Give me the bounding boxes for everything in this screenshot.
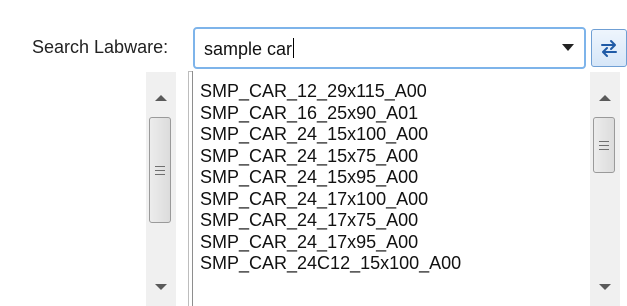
grip-icon — [155, 166, 165, 175]
list-item[interactable]: SMP_CAR_24_17x95_A00 — [200, 232, 461, 254]
search-input-text: sample car — [204, 39, 293, 59]
search-labware-combobox[interactable]: sample car — [193, 27, 586, 69]
list-item[interactable]: SMP_CAR_24_17x75_A00 — [200, 210, 461, 232]
scroll-down-icon[interactable] — [155, 284, 167, 290]
scroll-thumb[interactable] — [593, 117, 615, 173]
swap-arrows-icon — [601, 40, 617, 57]
scroll-up-icon[interactable] — [599, 95, 611, 101]
swap-button[interactable] — [591, 29, 627, 67]
scroll-up-icon[interactable] — [155, 95, 167, 101]
list-item[interactable]: SMP_CAR_24_17x100_A00 — [200, 189, 461, 211]
chevron-down-icon[interactable] — [562, 44, 574, 51]
search-labware-label: Search Labware: — [32, 37, 169, 57]
list-item[interactable]: SMP_CAR_24_15x95_A00 — [200, 167, 461, 189]
category-scrollbar[interactable] — [146, 72, 176, 306]
list-item[interactable]: SMP_CAR_24C12_15x100_A00 — [200, 253, 461, 275]
scroll-thumb[interactable] — [149, 117, 171, 223]
labware-list-scrollbar[interactable] — [590, 72, 620, 306]
list-item[interactable]: SMP_CAR_24_15x100_A00 — [200, 124, 461, 146]
text-caret — [293, 38, 295, 58]
search-input[interactable]: sample car — [204, 38, 295, 60]
list-item[interactable]: SMP_CAR_12_29x115_A00 — [200, 81, 461, 103]
labware-list[interactable]: SMP_CAR_12_29x115_A00 SMP_CAR_16_25x90_A… — [192, 71, 627, 306]
list-item[interactable]: SMP_CAR_24_15x75_A00 — [200, 146, 461, 168]
grip-icon — [599, 141, 609, 150]
list-item[interactable]: SMP_CAR_16_25x90_A01 — [200, 103, 461, 125]
labware-list-items: SMP_CAR_12_29x115_A00 SMP_CAR_16_25x90_A… — [200, 81, 461, 275]
scroll-down-icon[interactable] — [599, 284, 611, 290]
